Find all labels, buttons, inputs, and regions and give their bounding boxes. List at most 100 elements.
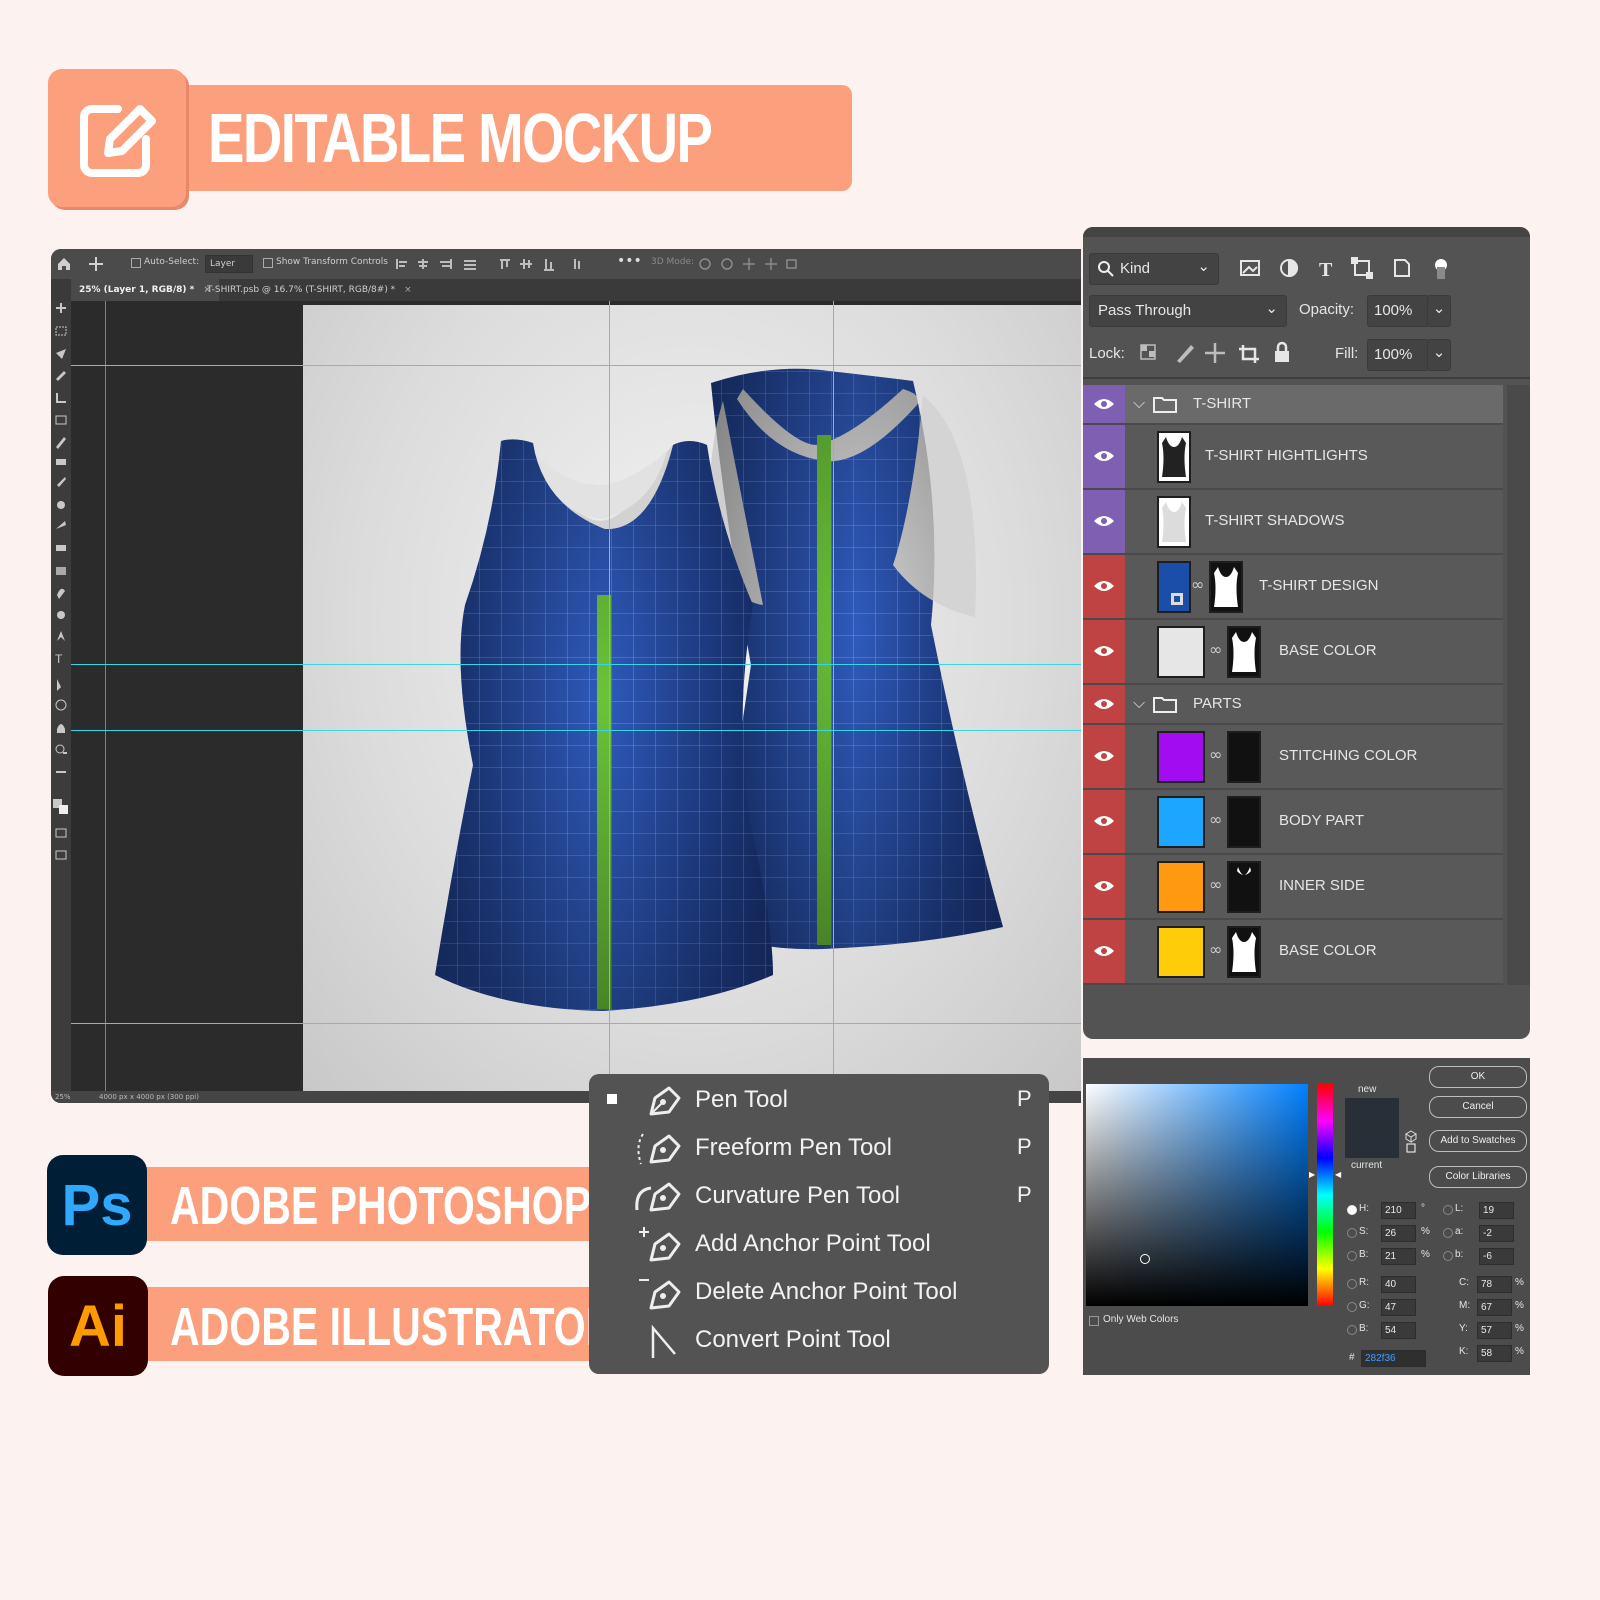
layer-row[interactable]: T-SHIRT SHADOWS xyxy=(1083,490,1503,555)
color-swatch xyxy=(1159,863,1203,911)
red-input[interactable]: 40 xyxy=(1381,1276,1416,1293)
link-icon[interactable]: ∞ xyxy=(1209,875,1222,894)
layer-row[interactable]: ∞ BASE COLOR xyxy=(1083,920,1503,985)
web-safe-cube-icon[interactable] xyxy=(1405,1130,1417,1154)
radio-green[interactable] xyxy=(1347,1302,1357,1312)
visibility-toggle[interactable] xyxy=(1083,855,1125,918)
color-field-cursor[interactable] xyxy=(1140,1254,1150,1264)
visibility-toggle[interactable] xyxy=(1083,685,1125,723)
web-colors-checkbox[interactable] xyxy=(1089,1316,1099,1326)
radio-hue[interactable] xyxy=(1347,1205,1357,1215)
layer-row[interactable]: ∞ BODY PART xyxy=(1083,790,1503,855)
visibility-toggle[interactable] xyxy=(1083,920,1125,983)
visibility-toggle[interactable] xyxy=(1083,725,1125,788)
zoom-level[interactable]: 25% xyxy=(55,1091,71,1103)
tab-layer1[interactable]: 25% (Layer 1, RGB/8) * × xyxy=(71,279,220,301)
3d-mode-icons[interactable] xyxy=(699,257,799,271)
menu-item-curvature-pen[interactable]: Curvature Pen Tool P xyxy=(589,1174,1049,1222)
red-label: R: xyxy=(1359,1277,1369,1288)
menu-item-convert-point[interactable]: Convert Point Tool xyxy=(589,1318,1049,1366)
link-icon[interactable]: ∞ xyxy=(1209,810,1222,829)
cyan-input[interactable]: 78 xyxy=(1477,1276,1512,1293)
radio-b[interactable] xyxy=(1443,1251,1453,1261)
align-icons[interactable] xyxy=(396,257,596,271)
layer-row[interactable]: ∞ T-SHIRT DESIGN xyxy=(1083,555,1503,620)
hue-slider[interactable] xyxy=(1317,1084,1333,1306)
menu-item-label: Delete Anchor Point Tool xyxy=(695,1278,958,1305)
layer-row[interactable]: ∞ INNER SIDE xyxy=(1083,855,1503,920)
saturation-input[interactable]: 26 xyxy=(1381,1225,1416,1242)
radio-saturation[interactable] xyxy=(1347,1228,1357,1238)
fill-dropdown[interactable]: ⌄ xyxy=(1427,339,1451,371)
radio-red[interactable] xyxy=(1347,1279,1357,1289)
magenta-input[interactable]: 67 xyxy=(1477,1299,1512,1316)
guide-horizontal[interactable] xyxy=(71,664,1081,665)
link-icon[interactable]: ∞ xyxy=(1209,640,1222,659)
tab-tshirt-psb[interactable]: T-SHIRT.psb @ 16.7% (T-SHIRT, RGB/8#) * … xyxy=(199,279,420,301)
opacity-input[interactable]: 100% xyxy=(1367,295,1429,327)
link-icon[interactable]: ∞ xyxy=(1209,745,1222,764)
menu-item-pen-tool[interactable]: Pen Tool P xyxy=(589,1078,1049,1126)
black-input[interactable]: 58 xyxy=(1477,1345,1512,1362)
visibility-toggle[interactable] xyxy=(1083,555,1125,618)
link-icon[interactable]: ∞ xyxy=(1191,575,1204,594)
brightness-input[interactable]: 21 xyxy=(1381,1248,1416,1265)
hue-slider-handle-left[interactable]: ▶ xyxy=(1309,1170,1315,1179)
layer-row[interactable]: ∞ BASE COLOR xyxy=(1083,620,1503,685)
guide-vertical[interactable] xyxy=(609,301,610,1091)
visibility-toggle[interactable] xyxy=(1083,790,1125,853)
color-field[interactable] xyxy=(1086,1084,1308,1306)
layer-filter-icons[interactable]: T xyxy=(1239,257,1459,281)
layers-scrollbar[interactable] xyxy=(1507,385,1530,985)
color-libraries-button[interactable]: Color Libraries xyxy=(1429,1166,1527,1188)
blend-mode-select[interactable]: Pass Through ⌄ xyxy=(1089,295,1287,327)
guide-vertical[interactable] xyxy=(833,301,834,1091)
ok-button[interactable]: OK xyxy=(1429,1066,1527,1088)
guide-horizontal[interactable] xyxy=(71,365,1081,366)
radio-a[interactable] xyxy=(1443,1228,1453,1238)
radio-brightness[interactable] xyxy=(1347,1251,1357,1261)
close-icon[interactable]: × xyxy=(404,285,412,295)
layer-row[interactable]: ∞ STITCHING COLOR xyxy=(1083,725,1503,790)
b-input[interactable]: -6 xyxy=(1479,1248,1514,1265)
guide-horizontal[interactable] xyxy=(71,730,1081,731)
transform-controls-checkbox[interactable] xyxy=(263,258,273,268)
layer-group-parts[interactable]: ⌵ PARTS xyxy=(1083,685,1503,725)
visibility-toggle[interactable] xyxy=(1083,385,1125,423)
opacity-dropdown[interactable]: ⌄ xyxy=(1427,295,1451,327)
guide-horizontal[interactable] xyxy=(71,1023,1081,1024)
green-input[interactable]: 47 xyxy=(1381,1299,1416,1316)
lock-icons[interactable] xyxy=(1139,341,1299,365)
lightness-input[interactable]: 19 xyxy=(1479,1202,1514,1219)
menu-item-delete-anchor[interactable]: Delete Anchor Point Tool xyxy=(589,1270,1049,1318)
auto-select-checkbox[interactable] xyxy=(131,258,141,268)
hex-input[interactable]: 282f36 xyxy=(1361,1350,1426,1367)
cancel-button[interactable]: Cancel xyxy=(1429,1096,1527,1118)
add-to-swatches-button[interactable]: Add to Swatches xyxy=(1429,1130,1527,1152)
menu-item-freeform-pen[interactable]: Freeform Pen Tool P xyxy=(589,1126,1049,1174)
visibility-toggle[interactable] xyxy=(1083,620,1125,683)
visibility-toggle[interactable] xyxy=(1083,425,1125,488)
layer-row[interactable]: T-SHIRT HIGHTLIGHTS xyxy=(1083,425,1503,490)
hue-slider-handle-right[interactable]: ◀ xyxy=(1335,1170,1341,1179)
tool-icons[interactable]: T xyxy=(51,301,71,1091)
more-options-icon[interactable]: ••• xyxy=(617,253,642,269)
visibility-toggle[interactable] xyxy=(1083,490,1125,553)
document-canvas[interactable] xyxy=(303,305,1081,1091)
link-icon[interactable]: ∞ xyxy=(1209,940,1222,959)
filter-kind-select[interactable]: Kind ⌄ xyxy=(1089,253,1219,285)
hue-input[interactable]: 210 xyxy=(1381,1202,1416,1219)
blue-input[interactable]: 54 xyxy=(1381,1322,1416,1339)
a-input[interactable]: -2 xyxy=(1479,1225,1514,1242)
radio-blue[interactable] xyxy=(1347,1325,1357,1335)
yellow-input[interactable]: 57 xyxy=(1477,1322,1512,1339)
layer-select[interactable]: Layer xyxy=(205,255,253,273)
chevron-down-icon[interactable]: ⌵ xyxy=(1133,393,1145,413)
radio-lightness[interactable] xyxy=(1443,1205,1453,1215)
fill-input[interactable]: 100% xyxy=(1367,339,1429,371)
move-tool-icon[interactable] xyxy=(89,257,103,271)
layer-group-tshirt[interactable]: ⌵ T-SHIRT xyxy=(1083,385,1503,425)
chevron-down-icon[interactable]: ⌵ xyxy=(1133,693,1145,713)
home-icon[interactable] xyxy=(57,257,71,271)
menu-item-add-anchor[interactable]: Add Anchor Point Tool xyxy=(589,1222,1049,1270)
